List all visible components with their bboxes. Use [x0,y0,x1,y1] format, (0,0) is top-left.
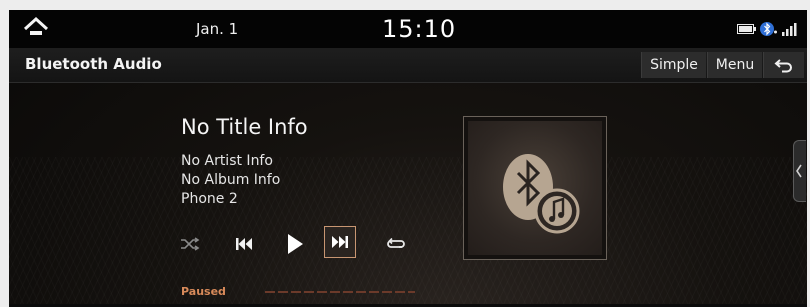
bluetooth-icon [760,22,777,36]
previous-icon [236,238,252,250]
repeat-button[interactable] [384,233,408,255]
album-art [468,121,602,255]
next-icon [332,236,348,248]
status-icons [737,21,799,37]
signal-icon [782,23,797,36]
repeat-icon [387,237,405,248]
back-button[interactable] [763,52,804,78]
title-bar: Bluetooth Audio Simple Menu [9,48,807,83]
head-unit-screen: Jan. 1 15:10 Bluetooth Audio Simple Menu… [9,10,807,307]
track-album: No Album Info [181,172,281,188]
simple-button[interactable]: Simple [641,52,706,78]
bluetooth-audio-icon [503,154,580,234]
progress-bar[interactable] [265,291,415,293]
page-title: Bluetooth Audio [25,55,162,73]
track-artist: No Artist Info [181,153,273,169]
home-button[interactable] [21,16,51,42]
previous-button[interactable] [232,232,256,256]
chevron-left-icon [796,164,802,178]
status-bar: Jan. 1 15:10 [9,10,807,48]
play-icon [288,234,303,254]
playback-status: Paused [181,285,226,298]
next-button[interactable] [324,226,356,258]
status-clock: 15:10 [382,15,457,43]
back-arrow-icon [774,59,792,73]
shuffle-icon [181,237,200,251]
play-button[interactable] [283,230,307,258]
source-device: Phone 2 [181,191,238,207]
album-art-frame [463,116,607,260]
side-panel-handle[interactable] [793,140,806,202]
track-title: No Title Info [181,115,308,139]
status-date: Jan. 1 [196,20,239,38]
background-texture [9,157,807,307]
battery-icon [737,24,756,34]
menu-button[interactable]: Menu [707,52,762,78]
shuffle-button[interactable] [179,233,201,255]
home-icon [23,16,49,35]
